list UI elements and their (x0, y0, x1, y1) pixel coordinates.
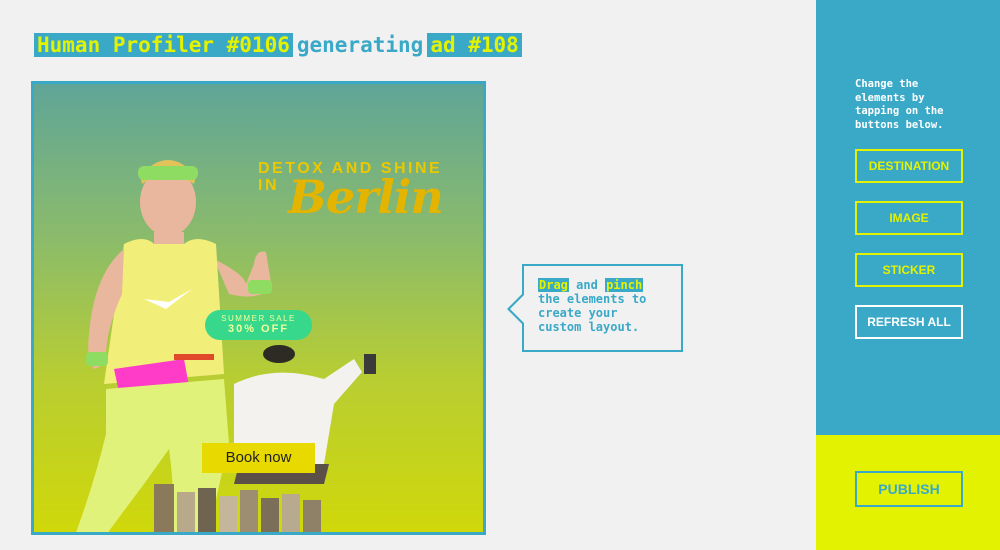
sidebar-instructions: Change the elements by tapping on the bu… (855, 78, 944, 131)
page-header: Human Profiler #0106 generating ad #108 (34, 33, 522, 57)
destination-button[interactable]: DESTINATION (855, 149, 963, 183)
ad-headline-in[interactable]: IN (258, 177, 279, 195)
generating-text: generating (296, 33, 424, 57)
profiler-label: Human Profiler #0106 (34, 33, 293, 57)
tooltip-arrow-inner (510, 295, 524, 323)
publish-panel: PUBLISH (816, 435, 1000, 550)
control-sidebar: Change the elements by tapping on the bu… (816, 0, 1000, 435)
summer-sale-sticker[interactable]: SUMMER SALE 30% OFF (205, 310, 312, 340)
publish-button[interactable]: PUBLISH (855, 471, 963, 507)
refresh-all-button[interactable]: REFRESH ALL (855, 305, 963, 339)
sticker-button[interactable]: STICKER (855, 253, 963, 287)
ad-label: ad #108 (427, 33, 522, 57)
tooltip-line3: create your (538, 306, 618, 320)
instruction-tooltip: Drag and pinch the elements to create yo… (522, 264, 683, 352)
tooltip-drag: Drag (538, 278, 569, 292)
destination-city[interactable]: Berlin (288, 170, 444, 224)
sale-title: SUMMER SALE (221, 314, 296, 323)
tooltip-and: and (576, 278, 598, 292)
image-button[interactable]: IMAGE (855, 201, 963, 235)
tooltip-line2: the elements to (538, 292, 647, 306)
tooltip-pinch: pinch (605, 278, 644, 292)
ad-canvas[interactable]: DETOX AND SHINE IN Berlin SUMMER SALE 30… (31, 81, 486, 535)
sale-discount: 30% OFF (227, 323, 290, 335)
book-now-button[interactable]: Book now (202, 443, 315, 473)
tooltip-line4: custom layout. (538, 320, 640, 334)
